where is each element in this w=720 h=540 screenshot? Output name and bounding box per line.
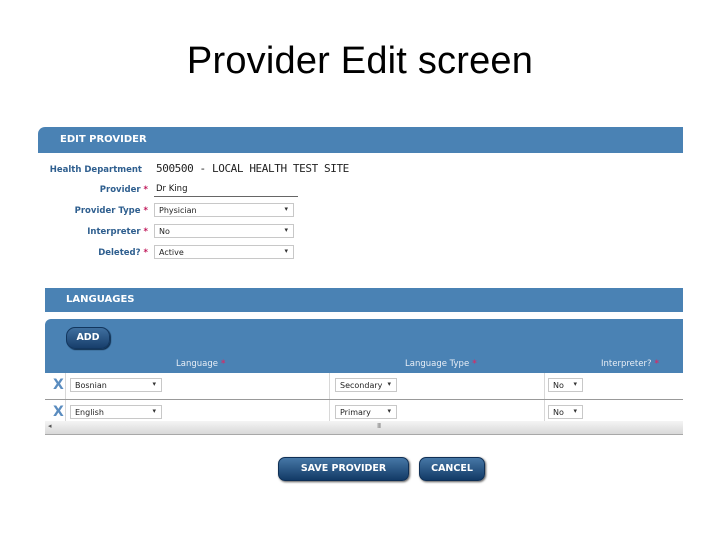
provider-type-value: Physician (159, 206, 197, 215)
required-asterisk: * (654, 359, 659, 369)
health-department-label: Health Department (49, 165, 142, 175)
languages-header: LANGUAGES (45, 288, 683, 312)
add-language-button[interactable]: ADD (66, 327, 110, 349)
edit-provider-header: EDIT PROVIDER (38, 127, 683, 153)
language-select[interactable]: English ▾ (70, 405, 162, 419)
column-divider (544, 373, 545, 399)
language-interpreter-select[interactable]: No ▾ (548, 378, 583, 392)
required-asterisk: * (220, 359, 226, 369)
column-header-language: Language * (176, 359, 226, 369)
chevron-down-icon: ▾ (387, 380, 391, 388)
language-interpreter-select[interactable]: No ▾ (548, 405, 583, 419)
language-type-select[interactable]: Primary ▾ (335, 405, 397, 419)
column-header-interpreter: Interpreter? * (601, 359, 659, 369)
deleted-select[interactable]: Active ▾ (154, 245, 294, 259)
save-provider-button[interactable]: SAVE PROVIDER (278, 457, 409, 481)
slide-title: Provider Edit screen (186, 40, 534, 82)
required-asterisk: * (143, 206, 148, 216)
chevron-down-icon: ▾ (573, 407, 577, 415)
language-select[interactable]: Bosnian ▾ (70, 378, 162, 392)
languages-title: LANGUAGES (66, 294, 135, 305)
required-asterisk: * (472, 359, 477, 369)
edit-provider-title: EDIT PROVIDER (60, 134, 147, 145)
delete-row-icon[interactable]: X (53, 377, 64, 393)
interpreter-value: No (159, 227, 170, 236)
deleted-label: Deleted? * (98, 248, 148, 258)
cancel-button[interactable]: CANCEL (419, 457, 485, 481)
chevron-down-icon: ▾ (284, 226, 288, 234)
health-department-value: 500500 - LOCAL HEALTH TEST SITE (156, 162, 349, 175)
required-asterisk: * (143, 227, 148, 237)
scroll-left-icon[interactable]: ◂ (48, 422, 52, 430)
deleted-value: Active (159, 248, 184, 257)
chevron-down-icon: ▾ (152, 407, 156, 415)
required-asterisk: * (143, 248, 148, 258)
language-type-select[interactable]: Secondary ▾ (335, 378, 397, 392)
provider-type-label: Provider Type * (74, 206, 148, 216)
provider-input[interactable] (154, 181, 298, 197)
interpreter-label: Interpreter * (87, 227, 148, 237)
provider-type-select[interactable]: Physician ▾ (154, 203, 294, 217)
interpreter-select[interactable]: No ▾ (154, 224, 294, 238)
column-divider (329, 373, 330, 399)
required-asterisk: * (143, 185, 148, 195)
column-divider (65, 373, 66, 399)
languages-table-header (45, 319, 683, 373)
chevron-down-icon: ▾ (387, 407, 391, 415)
provider-label: Provider * (99, 185, 148, 195)
chevron-down-icon: ▾ (284, 205, 288, 213)
scroll-grip-icon[interactable]: III (377, 422, 381, 430)
horizontal-scrollbar[interactable]: ◂ III (45, 421, 683, 435)
delete-row-icon[interactable]: X (53, 404, 64, 420)
chevron-down-icon: ▾ (573, 380, 577, 388)
chevron-down-icon: ▾ (284, 247, 288, 255)
chevron-down-icon: ▾ (152, 380, 156, 388)
column-header-language-type: Language Type * (405, 359, 477, 369)
